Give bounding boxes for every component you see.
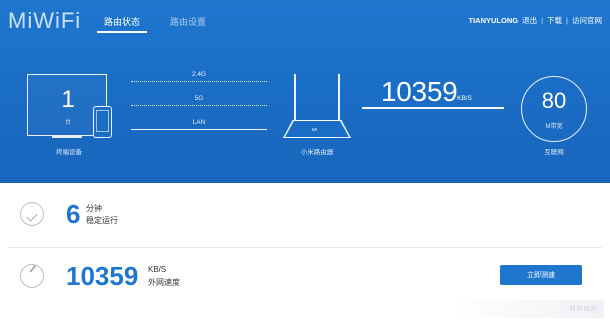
uptime-label: 稳定运行	[86, 216, 118, 225]
logout-link[interactable]: 退出	[522, 15, 537, 26]
link-line-5g	[131, 105, 267, 106]
bandwidth-unit: M带宽	[545, 124, 563, 130]
watermark-text: nnnn	[569, 303, 598, 313]
device-count: 1	[61, 86, 75, 113]
download-link[interactable]: 下载	[547, 15, 562, 26]
top-nav: TIANYULONG 退出 | 下载 | 访问官网	[469, 15, 603, 26]
watermark: nnnn	[454, 300, 604, 318]
username: TIANYULONG	[468, 16, 519, 25]
speed-test-button[interactable]: 立即测速	[500, 265, 582, 285]
phone-icon	[93, 106, 112, 138]
miwifi-logo: MiWiFi	[8, 8, 82, 33]
link-label-2-4g: 2.4G	[191, 71, 207, 78]
wan-speed-unit: KB/S	[148, 265, 167, 274]
uptime-unit: 分钟	[86, 204, 102, 213]
status-header: MiWiFi 路由状态 路由设置 TIANYULONG 退出 | 下载 | 访问…	[0, 0, 610, 183]
wan-speed-value: 10359	[66, 261, 139, 291]
uptime-value: 6	[66, 199, 81, 229]
speed-line	[362, 107, 504, 109]
link-line-2-4g	[131, 81, 267, 82]
link-line-lan	[131, 129, 267, 130]
nav-separator: |	[566, 16, 568, 25]
official-site-link[interactable]: 访问官网	[572, 15, 602, 26]
nav-separator: |	[541, 16, 544, 25]
wan-speed-label: 外网速度	[148, 278, 180, 287]
tab-router-settings[interactable]: 路由设置	[170, 15, 206, 28]
monitor-stand	[52, 136, 82, 138]
router-logo-mark: MI	[312, 127, 317, 132]
current-speed-unit: KB/S	[457, 95, 472, 102]
router-antenna-right	[338, 74, 340, 122]
tab-router-status[interactable]: 路由状态	[104, 15, 140, 28]
current-speed-value: 10359	[381, 76, 458, 107]
bandwidth-value: 80	[541, 88, 567, 113]
router-antenna-left	[294, 74, 296, 122]
router-body	[285, 121, 349, 137]
active-tab-indicator	[97, 31, 147, 33]
devices-caption: 终端设备	[56, 149, 82, 156]
internet-caption: 互联网	[544, 149, 564, 156]
divider	[8, 247, 602, 248]
link-label-lan: LAN	[192, 119, 206, 126]
device-unit: 台	[64, 120, 71, 126]
link-label-5g: 5G	[194, 95, 204, 102]
router-caption: 小米路由器	[300, 149, 334, 156]
